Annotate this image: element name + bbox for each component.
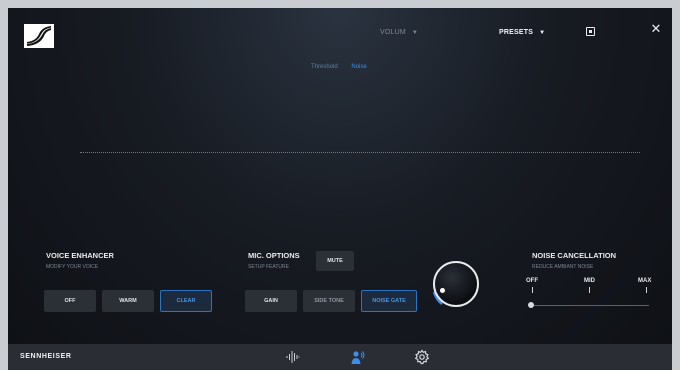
knob-position-dot bbox=[440, 288, 445, 293]
voice-off-button[interactable]: OFF bbox=[44, 290, 96, 312]
settings-icon[interactable] bbox=[414, 349, 430, 365]
footer-bar: SENNHEISER bbox=[8, 344, 672, 370]
gain-button[interactable]: GAIN bbox=[245, 290, 297, 312]
mute-button[interactable]: MUTE bbox=[316, 251, 354, 271]
voice-enhancer-title: VOICE ENHANCER bbox=[46, 251, 114, 260]
noise-gate-knob[interactable] bbox=[433, 261, 479, 307]
close-icon[interactable]: ✕ bbox=[650, 21, 662, 36]
volume-label: VOLUM bbox=[380, 29, 406, 36]
noise-cancellation-slider-track[interactable] bbox=[531, 305, 649, 306]
minimize-window-icon[interactable] bbox=[584, 25, 596, 37]
presets-label: PRESETS bbox=[499, 29, 534, 36]
volume-dropdown[interactable]: VOLUM ▼ bbox=[380, 29, 418, 36]
presets-dropdown[interactable]: PRESETS ▼ bbox=[499, 29, 545, 36]
caret-down-icon: ▼ bbox=[539, 30, 546, 36]
app-window: VOLUM ▼ PRESETS ▼ ✕ Threshold Noise VOICE … bbox=[8, 8, 672, 370]
noise-cancellation-slider-thumb[interactable] bbox=[528, 302, 534, 308]
noise-gate-button[interactable]: NOISE GATE bbox=[361, 290, 417, 312]
mic-options-subtitle: SETUP FEATURE bbox=[248, 264, 289, 270]
mic-options-title: MIC. OPTIONS bbox=[248, 251, 300, 260]
voice-enhancer-subtitle: MODIFY YOUR VOICE bbox=[46, 264, 99, 270]
voice-warm-button[interactable]: WARM bbox=[102, 290, 154, 312]
sennheiser-logo-icon bbox=[24, 24, 54, 48]
threshold-graph-line bbox=[80, 152, 640, 153]
nc-level-mid-label: MID bbox=[584, 278, 595, 284]
voice-icon[interactable] bbox=[350, 349, 366, 365]
equalizer-icon[interactable] bbox=[285, 349, 301, 365]
nc-tick-off bbox=[532, 287, 533, 293]
nc-level-max-label: MAX bbox=[638, 278, 652, 284]
side-tone-button[interactable]: SIDE TONE bbox=[303, 290, 355, 312]
nc-tick-max bbox=[646, 287, 647, 293]
noise-cancellation-subtitle: REDUCE AMBIANT NOISE bbox=[532, 264, 594, 270]
brand-name: SENNHEISER bbox=[20, 353, 72, 360]
noise-cancellation-title: NOISE CANCELLATION bbox=[532, 251, 617, 260]
tab-noise[interactable]: Noise bbox=[351, 64, 366, 70]
voice-clear-button[interactable]: CLEAR bbox=[160, 290, 212, 312]
tab-bar: Threshold Noise bbox=[311, 64, 379, 70]
nc-level-off-label: OFF bbox=[526, 278, 538, 284]
tab-threshold[interactable]: Threshold bbox=[311, 64, 338, 70]
caret-down-icon: ▼ bbox=[411, 30, 419, 36]
nc-tick-mid bbox=[589, 287, 590, 293]
